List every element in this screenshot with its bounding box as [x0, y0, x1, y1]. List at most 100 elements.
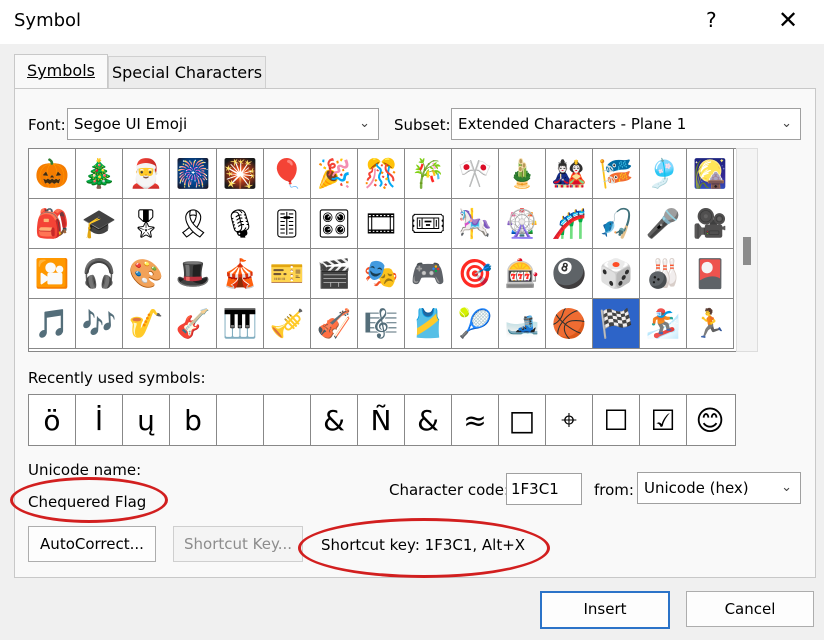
recent-symbol-cell[interactable]: b [170, 395, 217, 445]
from-select[interactable]: Unicode (hex) ⌄ [637, 472, 801, 504]
symbol-cell[interactable]: 🎱 [546, 249, 593, 299]
symbol-cell[interactable]: 🎲 [593, 249, 640, 299]
symbol-cell[interactable]: 🎨 [123, 249, 170, 299]
symbol-cell[interactable]: 🎾 [452, 299, 499, 349]
symbol-cell[interactable]: 🎫 [264, 249, 311, 299]
symbol-cell[interactable]: 🎼 [358, 299, 405, 349]
symbol-cell[interactable]: 🎖 [123, 199, 170, 249]
symbol-cell[interactable]: 🎗 [170, 199, 217, 249]
recent-symbol-cell[interactable]: & [311, 395, 358, 445]
symbol-cell[interactable]: 🎏 [593, 149, 640, 199]
symbol-cell[interactable]: 🎇 [217, 149, 264, 199]
subset-select[interactable]: Extended Characters - Plane 1 ⌄ [451, 108, 801, 140]
character-code-label: Character code: [389, 481, 510, 499]
symbol-cell[interactable]: 🏃 [687, 299, 734, 349]
symbol-cell[interactable]: 🎶 [76, 299, 123, 349]
symbol-cell[interactable]: 🎋 [405, 149, 452, 199]
shortcut-key-button[interactable]: Shortcut Key... [173, 526, 303, 562]
symbol-cell[interactable]: 🎢 [546, 199, 593, 249]
symbol-cell[interactable]: 🎊 [358, 149, 405, 199]
chevron-down-icon: ⌄ [781, 480, 792, 495]
symbol-cell[interactable]: 🎐 [640, 149, 687, 199]
symbol-cell[interactable]: 🎣 [593, 199, 640, 249]
symbol-cell[interactable]: 🎮 [405, 249, 452, 299]
symbol-cell[interactable]: 🎍 [499, 149, 546, 199]
symbol-cell[interactable]: 🎓 [76, 199, 123, 249]
symbol-cell[interactable]: 🎧 [76, 249, 123, 299]
symbol-cell[interactable]: 🎥 [687, 199, 734, 249]
symbol-cell[interactable]: 🎻 [311, 299, 358, 349]
tab-special-characters[interactable]: Special Characters [108, 56, 266, 89]
symbol-cell[interactable]: 🏁 [593, 299, 640, 349]
symbol-cell[interactable]: 🎅 [123, 149, 170, 199]
symbol-cell[interactable]: 🎚 [264, 199, 311, 249]
chevron-down-icon: ⌄ [359, 116, 370, 131]
symbol-cell[interactable]: 🎌 [452, 149, 499, 199]
from-value: Unicode (hex) [644, 479, 749, 497]
recent-symbol-cell[interactable]: ☑ [640, 395, 687, 445]
symbol-cell[interactable]: 🎿 [499, 299, 546, 349]
grid-scrollbar[interactable] [736, 148, 758, 352]
from-label: from: [594, 481, 634, 499]
cancel-button[interactable]: Cancel [686, 591, 814, 627]
annotation-oval-shortcut-key [298, 518, 550, 578]
autocorrect-button[interactable]: AutoCorrect... [28, 526, 156, 562]
symbol-cell[interactable]: 🎪 [217, 249, 264, 299]
recent-symbol-cell[interactable]: □ [499, 395, 546, 445]
symbol-cell[interactable]: 🎯 [452, 249, 499, 299]
recent-symbol-cell[interactable]: & [405, 395, 452, 445]
symbol-cell[interactable]: 🎦 [29, 249, 76, 299]
font-select[interactable]: Segoe UI Emoji ⌄ [67, 108, 379, 140]
symbol-cell[interactable]: 🎛 [311, 199, 358, 249]
symbol-dialog: Symbol ? ✕ Symbols Special Characters Fo… [0, 0, 824, 640]
recently-used-label: Recently used symbols: [28, 369, 206, 387]
help-icon[interactable]: ? [706, 8, 717, 32]
symbol-cell[interactable]: 🎷 [123, 299, 170, 349]
recent-symbol-cell[interactable]: Ñ [358, 395, 405, 445]
recent-symbol-cell[interactable] [217, 395, 264, 445]
symbol-cell[interactable]: 🎟 [405, 199, 452, 249]
symbol-cell[interactable]: 🎤 [640, 199, 687, 249]
character-code-input[interactable]: 1F3C1 [506, 473, 582, 505]
recent-symbol-cell[interactable]: ≈ [452, 395, 499, 445]
recent-symbol-cell[interactable]: 😊 [687, 395, 733, 445]
symbol-cell[interactable]: 🎎 [546, 149, 593, 199]
symbol-cell[interactable]: 🎑 [687, 149, 734, 199]
recent-symbol-cell[interactable] [264, 395, 311, 445]
symbol-cell[interactable]: 🎞 [358, 199, 405, 249]
symbol-cell[interactable]: 🎺 [264, 299, 311, 349]
symbol-cell[interactable]: 🎩 [170, 249, 217, 299]
tab-symbols[interactable]: Symbols [14, 54, 108, 89]
symbol-cell[interactable]: 🎒 [29, 199, 76, 249]
symbol-cell[interactable]: 🎡 [499, 199, 546, 249]
recent-symbol-cell[interactable]: ⌖ [546, 395, 593, 445]
symbol-cell[interactable]: 🏂 [640, 299, 687, 349]
symbol-cell[interactable]: 🎙 [217, 199, 264, 249]
symbol-cell[interactable]: 🏀 [546, 299, 593, 349]
symbol-cell[interactable]: 🎰 [499, 249, 546, 299]
symbol-cell[interactable]: 🎆 [170, 149, 217, 199]
symbol-cell[interactable]: 🎹 [217, 299, 264, 349]
symbol-cell[interactable]: 🎠 [452, 199, 499, 249]
recent-symbol-cell[interactable]: ☐ [593, 395, 640, 445]
symbol-cell[interactable]: 🎈 [264, 149, 311, 199]
scrollbar-thumb[interactable] [743, 237, 751, 265]
recent-symbol-cell[interactable]: ö [29, 395, 76, 445]
title-bar: Symbol ? ✕ [0, 0, 824, 44]
symbol-cell[interactable]: 🎳 [640, 249, 687, 299]
symbol-cell[interactable]: 🎭 [358, 249, 405, 299]
symbol-cell[interactable]: 🎸 [170, 299, 217, 349]
symbol-cell[interactable]: 🎃 [29, 149, 76, 199]
close-icon[interactable]: ✕ [778, 6, 798, 34]
recent-symbol-cell[interactable]: İ [76, 395, 123, 445]
symbol-cell[interactable]: 🎽 [405, 299, 452, 349]
recent-symbol-cell[interactable]: ų [123, 395, 170, 445]
symbol-cell[interactable]: 🎄 [76, 149, 123, 199]
font-value: Segoe UI Emoji [74, 115, 188, 133]
symbol-cell[interactable]: 🎉 [311, 149, 358, 199]
symbol-cell[interactable]: 🎬 [311, 249, 358, 299]
symbol-cell[interactable]: 🎴 [687, 249, 734, 299]
subset-value: Extended Characters - Plane 1 [458, 115, 687, 133]
insert-button[interactable]: Insert [540, 591, 670, 629]
symbol-cell[interactable]: 🎵 [29, 299, 76, 349]
